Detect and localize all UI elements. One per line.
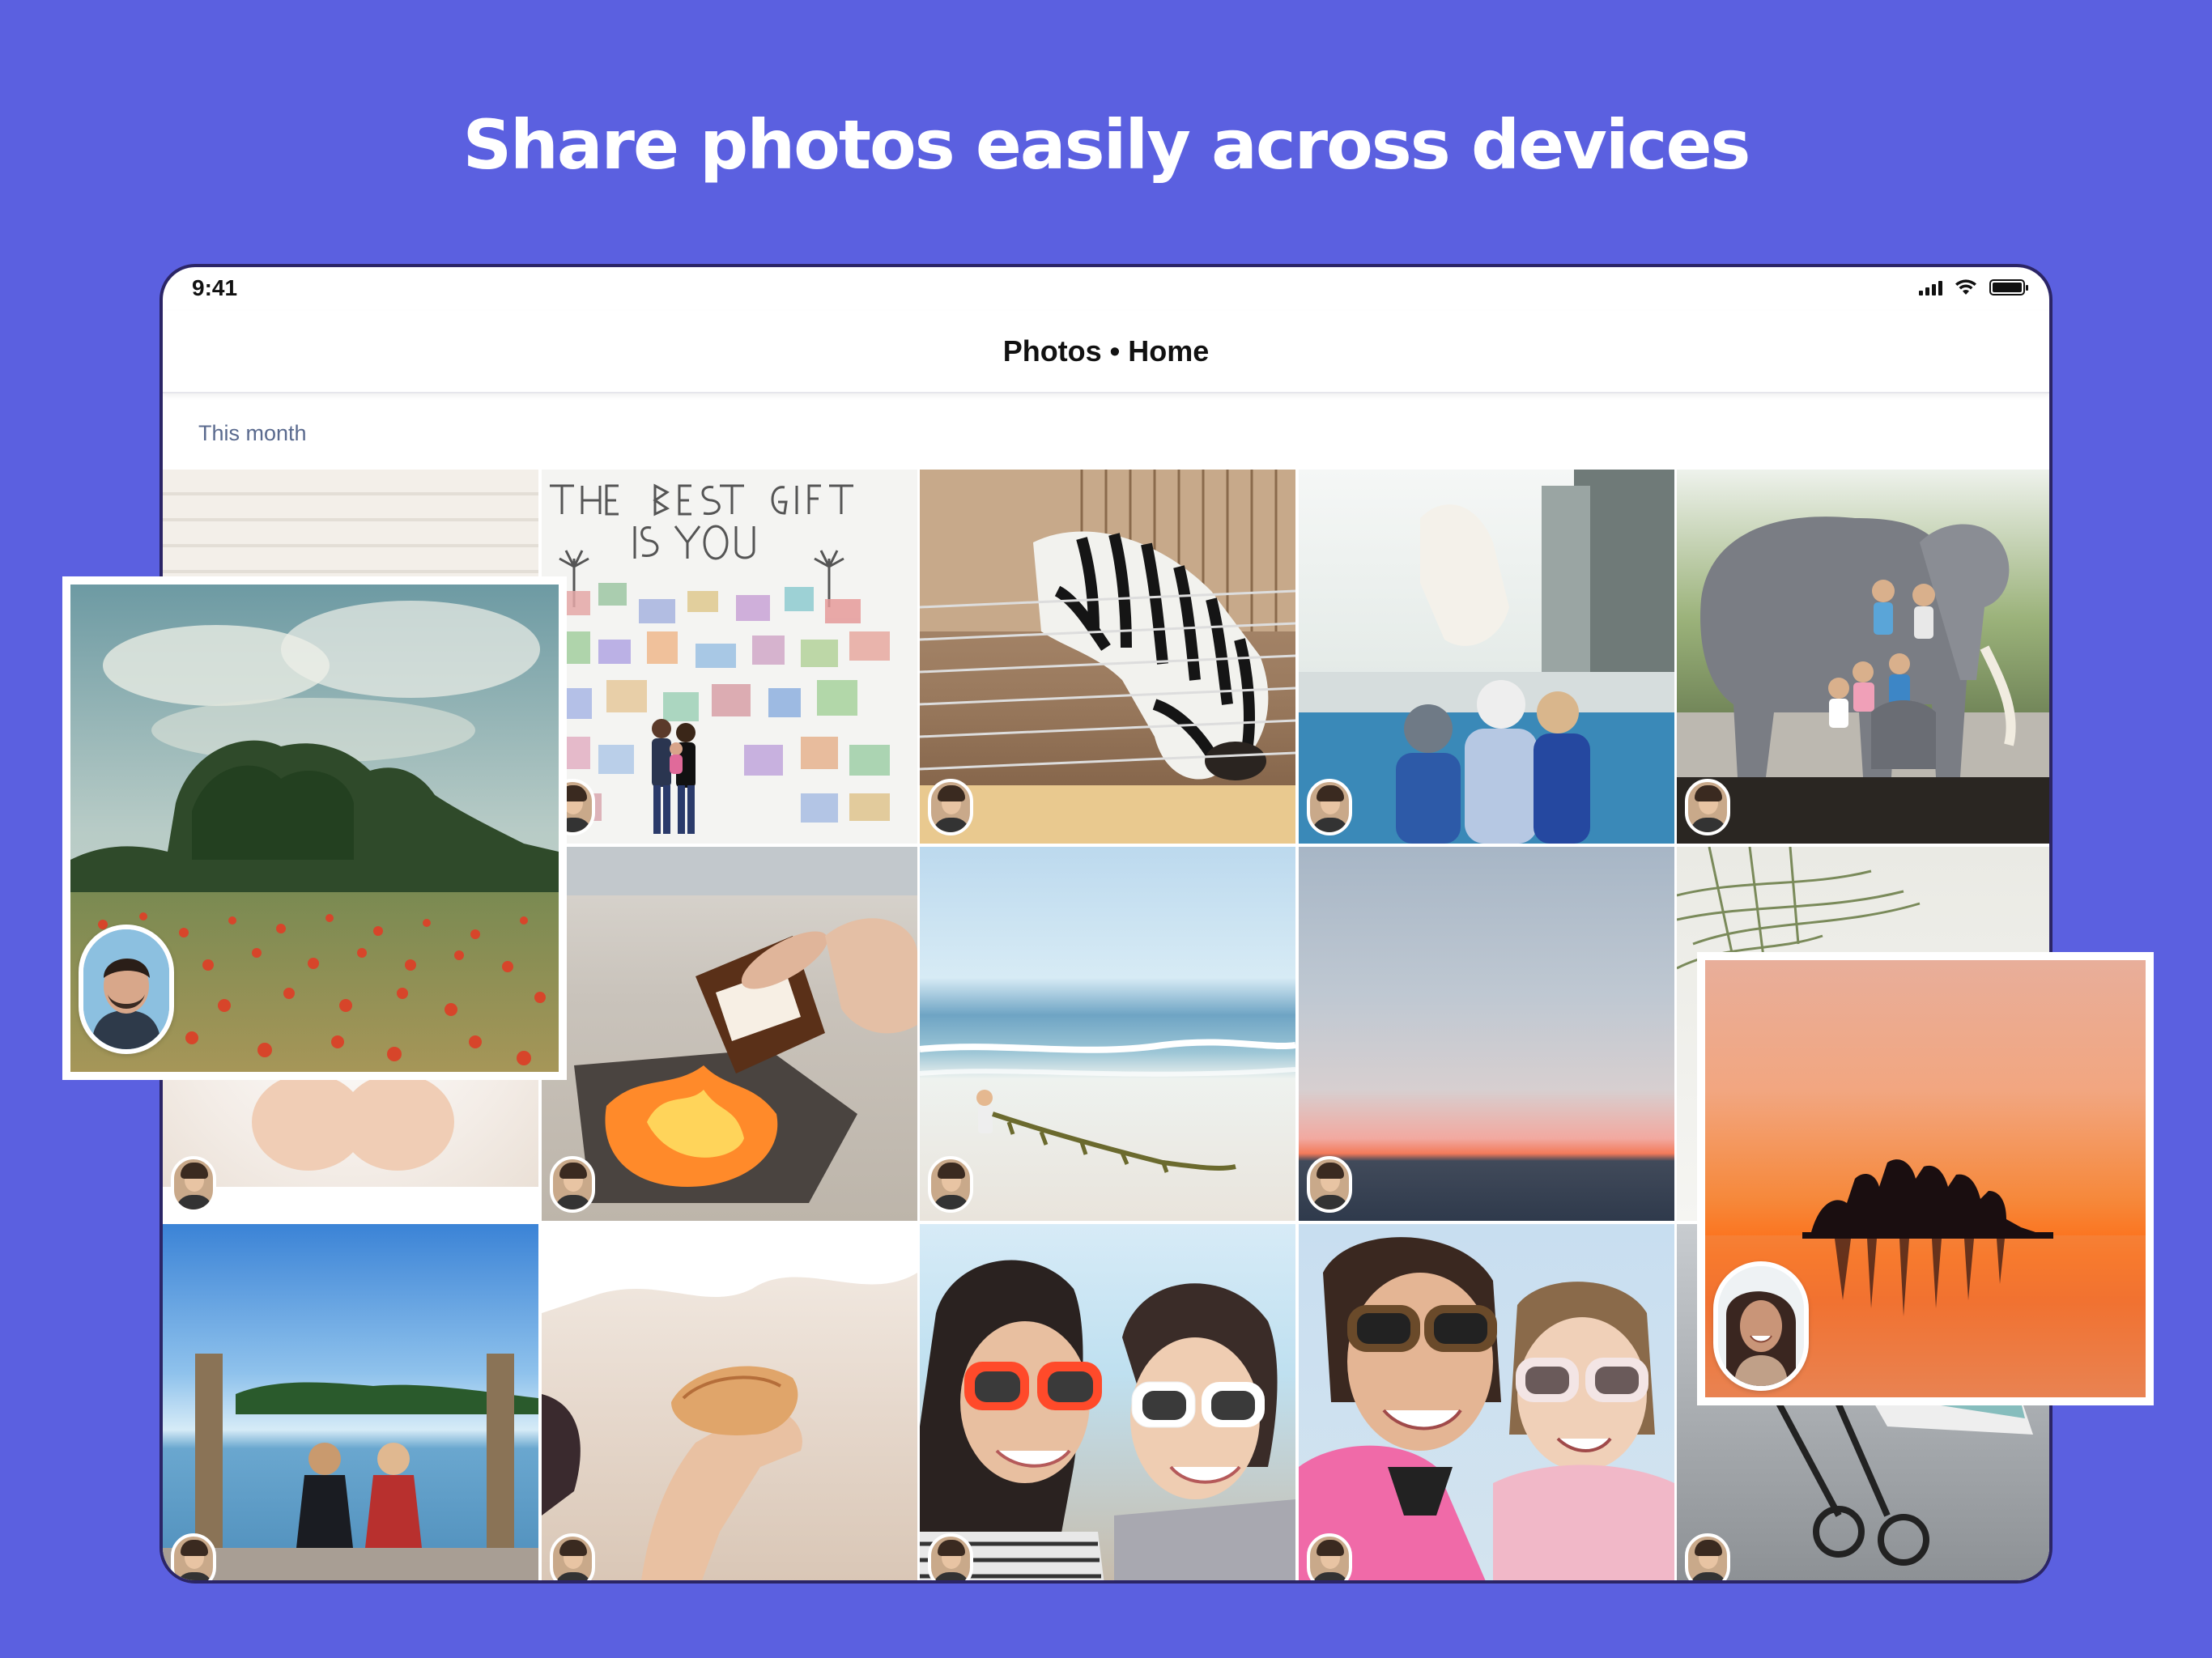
wifi-icon — [1955, 279, 1976, 295]
photo-tile[interactable] — [163, 1224, 538, 1580]
contributor-avatar[interactable] — [928, 779, 973, 835]
nav-bar: Photos • Home — [163, 311, 2049, 393]
contributor-avatar[interactable] — [1306, 779, 1352, 835]
photo-tile[interactable] — [1677, 470, 2049, 844]
contributor-avatar[interactable] — [1685, 1533, 1730, 1580]
contributor-avatar-large[interactable] — [79, 925, 174, 1054]
contributor-avatar-large[interactable] — [1713, 1261, 1809, 1391]
photo-tile[interactable] — [920, 470, 1295, 844]
photo-tile[interactable] — [541, 1224, 917, 1580]
photo-tile[interactable] — [920, 847, 1295, 1221]
contributor-avatar[interactable] — [549, 1156, 595, 1213]
shared-photo-card-left[interactable] — [62, 576, 567, 1080]
contributor-avatar[interactable] — [928, 1156, 973, 1213]
status-time: 9:41 — [192, 275, 238, 300]
battery-icon — [1989, 279, 2028, 295]
contributor-avatar[interactable] — [1685, 779, 1730, 835]
contributor-avatar[interactable] — [1306, 1156, 1352, 1213]
photo-tile[interactable] — [541, 847, 917, 1221]
photo-tile[interactable] — [920, 1224, 1295, 1580]
cellular-signal-icon — [1919, 279, 1942, 295]
photo-tile[interactable] — [1298, 847, 1674, 1221]
status-bar: 9:41 — [163, 267, 2049, 311]
photo-tile[interactable] — [1298, 470, 1674, 844]
sunset-lake-photo — [1705, 960, 2146, 1397]
photo-tile[interactable] — [1298, 1224, 1674, 1580]
poppy-field-photo — [70, 585, 559, 1072]
headline: Share photos easily across devices — [462, 105, 1751, 185]
section-label-this-month: This month — [198, 421, 307, 445]
contributor-avatar[interactable] — [171, 1533, 216, 1580]
shared-photo-card-right[interactable] — [1697, 952, 2154, 1405]
photo-tile[interactable] — [541, 470, 917, 844]
nav-title[interactable]: Photos • Home — [1003, 334, 1210, 368]
contributor-avatar[interactable] — [1306, 1533, 1352, 1580]
contributor-avatar[interactable] — [928, 1533, 973, 1580]
contributor-avatar[interactable] — [549, 1533, 595, 1580]
contributor-avatar[interactable] — [171, 1156, 216, 1213]
